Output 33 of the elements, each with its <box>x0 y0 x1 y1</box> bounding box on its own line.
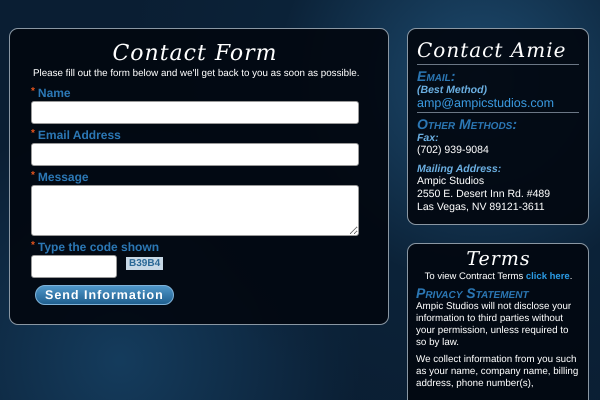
code-field[interactable] <box>31 255 117 278</box>
card-title: Contact Amie <box>417 37 579 65</box>
field-label: Message <box>38 170 89 184</box>
required-mark: * <box>31 128 35 139</box>
required-mark: * <box>31 170 35 181</box>
address-line: 2550 E. Desert Inn Rd. #489 <box>417 188 552 201</box>
send-button[interactable]: Send Information <box>35 285 174 305</box>
fax-number: (702) 939-9084 <box>417 144 490 157</box>
form-title: Contact Form <box>111 41 279 67</box>
address-line: Las Vegas, NV 89121-3611 <box>417 201 546 214</box>
address-line: Ampic Studios <box>417 175 486 188</box>
form-intro: Please fill out the form below and we'll get back to you as soon as possible. <box>33 67 360 80</box>
section-heading: Privacy Statement <box>416 286 530 301</box>
privacy-paragraph: Ampic Studios will not disclose your information to third parties without your permission, unless required to so by law. <box>416 301 572 349</box>
card-title: Terms <box>465 248 532 270</box>
message-field[interactable] <box>31 185 359 236</box>
field-label: Type the code shown <box>38 240 160 254</box>
input-field[interactable] <box>31 101 359 124</box>
required-mark: * <box>31 240 35 251</box>
captcha-code: B39B4 <box>126 257 164 270</box>
fax-label: Fax: <box>417 132 440 144</box>
privacy-paragraph: We collect information from you such as your name, company name, billing address, phone number(s), <box>416 354 580 390</box>
terms-link[interactable]: click here <box>526 271 570 282</box>
required-mark: * <box>31 86 35 97</box>
field-label: Email Address <box>38 128 121 142</box>
section-heading: Email: <box>417 69 456 84</box>
terms-text: To view Contract Terms click here. <box>424 271 574 282</box>
email-link[interactable]: amp@ampicstudios.com <box>417 96 579 113</box>
section-heading: Other Methods: <box>417 117 518 132</box>
field-label: Name <box>38 86 71 100</box>
email-note: (Best Method) <box>417 84 488 96</box>
address-label: Mailing Address: <box>417 163 502 175</box>
input-field[interactable] <box>31 143 359 166</box>
